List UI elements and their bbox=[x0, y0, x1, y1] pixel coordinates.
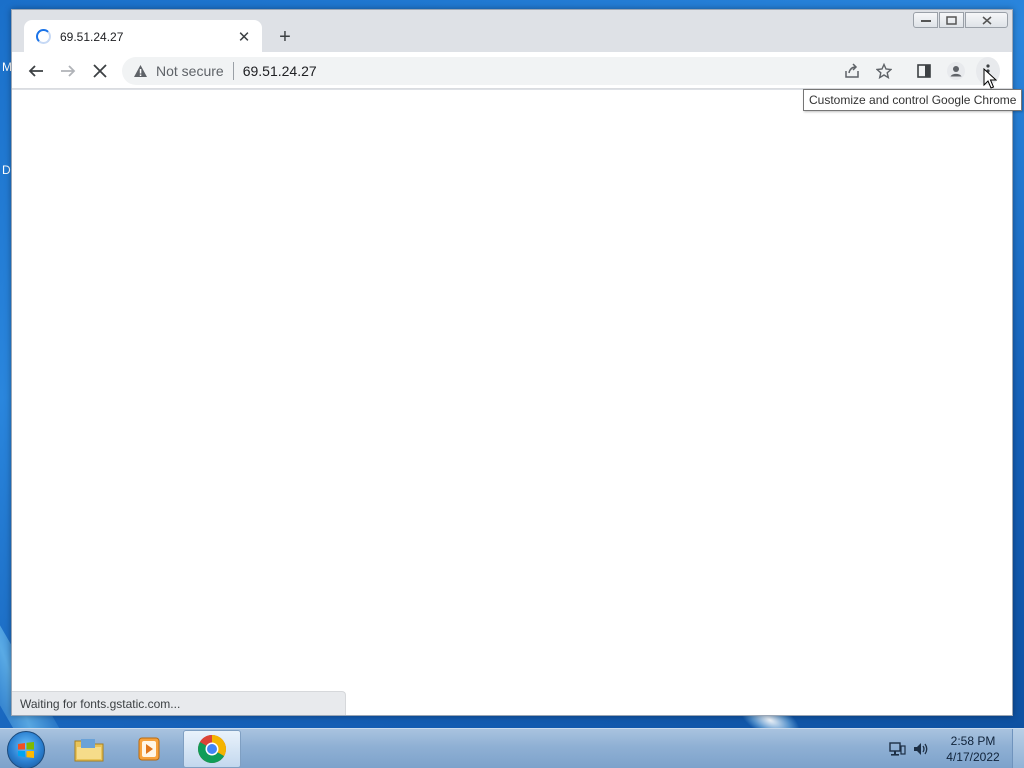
status-bubble: Waiting for fonts.gstatic.com... bbox=[12, 691, 346, 715]
network-icon[interactable] bbox=[888, 741, 906, 757]
chrome-logo-icon bbox=[198, 735, 226, 763]
close-icon bbox=[982, 15, 991, 25]
minimize-button[interactable] bbox=[913, 12, 938, 28]
close-window-button[interactable] bbox=[965, 12, 1008, 28]
omnibox-divider bbox=[232, 62, 234, 80]
menu-tooltip: Customize and control Google Chrome bbox=[803, 89, 1023, 111]
browser-tab[interactable]: 69.51.24.27 ✕ bbox=[24, 20, 262, 53]
avatar-icon bbox=[947, 61, 965, 80]
share-button[interactable] bbox=[842, 52, 862, 89]
show-desktop-button[interactable] bbox=[1012, 729, 1024, 768]
windows-logo-icon bbox=[18, 742, 34, 758]
desktop-icon-label-fragment: D bbox=[2, 163, 11, 177]
forward-arrow-icon bbox=[61, 64, 76, 77]
tab-close-icon[interactable]: ✕ bbox=[236, 28, 252, 46]
media-player-icon bbox=[138, 737, 160, 761]
clock-date: 4/17/2022 bbox=[946, 750, 1000, 764]
minimize-icon bbox=[920, 20, 931, 22]
system-tray bbox=[888, 729, 930, 768]
back-arrow-icon bbox=[28, 64, 43, 77]
toolbar: Not secure 69.51.24.27 bbox=[12, 52, 1012, 89]
new-tab-button[interactable]: + bbox=[274, 26, 296, 49]
restore-icon bbox=[946, 15, 957, 25]
taskbar-chrome[interactable] bbox=[183, 730, 241, 768]
taskbar-explorer[interactable] bbox=[60, 730, 118, 768]
tab-title: 69.51.24.27 bbox=[60, 29, 124, 44]
back-button[interactable] bbox=[26, 52, 46, 89]
star-icon bbox=[876, 62, 892, 79]
loading-spinner-icon bbox=[36, 29, 51, 44]
page-content: Waiting for fonts.gstatic.com... bbox=[12, 90, 1012, 715]
clock-time: 2:58 PM bbox=[950, 734, 996, 748]
security-status[interactable]: Not secure bbox=[156, 63, 224, 79]
start-button[interactable] bbox=[7, 731, 45, 768]
side-panel-icon bbox=[917, 63, 931, 78]
forward-button[interactable] bbox=[58, 52, 78, 89]
taskbar-media-player[interactable] bbox=[120, 730, 178, 768]
folder-icon bbox=[74, 739, 104, 762]
window-controls bbox=[913, 12, 1008, 28]
volume-icon[interactable] bbox=[912, 741, 930, 757]
taskbar: 2:58 PM 4/17/2022 bbox=[0, 728, 1024, 768]
profile-button[interactable] bbox=[946, 52, 966, 89]
bookmark-button[interactable] bbox=[874, 52, 894, 89]
taskbar-clock[interactable]: 2:58 PM 4/17/2022 bbox=[940, 733, 1006, 765]
url-text[interactable]: 69.51.24.27 bbox=[243, 63, 317, 79]
warning-icon[interactable] bbox=[132, 63, 148, 79]
restore-button[interactable] bbox=[939, 12, 964, 28]
side-panel-button[interactable] bbox=[914, 52, 934, 89]
chrome-window: 69.51.24.27 ✕ + Not secure 69.51.24.27 W… bbox=[11, 9, 1013, 716]
mouse-cursor-icon bbox=[983, 68, 997, 89]
stop-x-icon bbox=[93, 63, 107, 78]
stop-loading-button[interactable] bbox=[90, 52, 110, 89]
share-icon bbox=[845, 62, 859, 78]
address-bar[interactable]: Not secure 69.51.24.27 bbox=[122, 57, 998, 85]
